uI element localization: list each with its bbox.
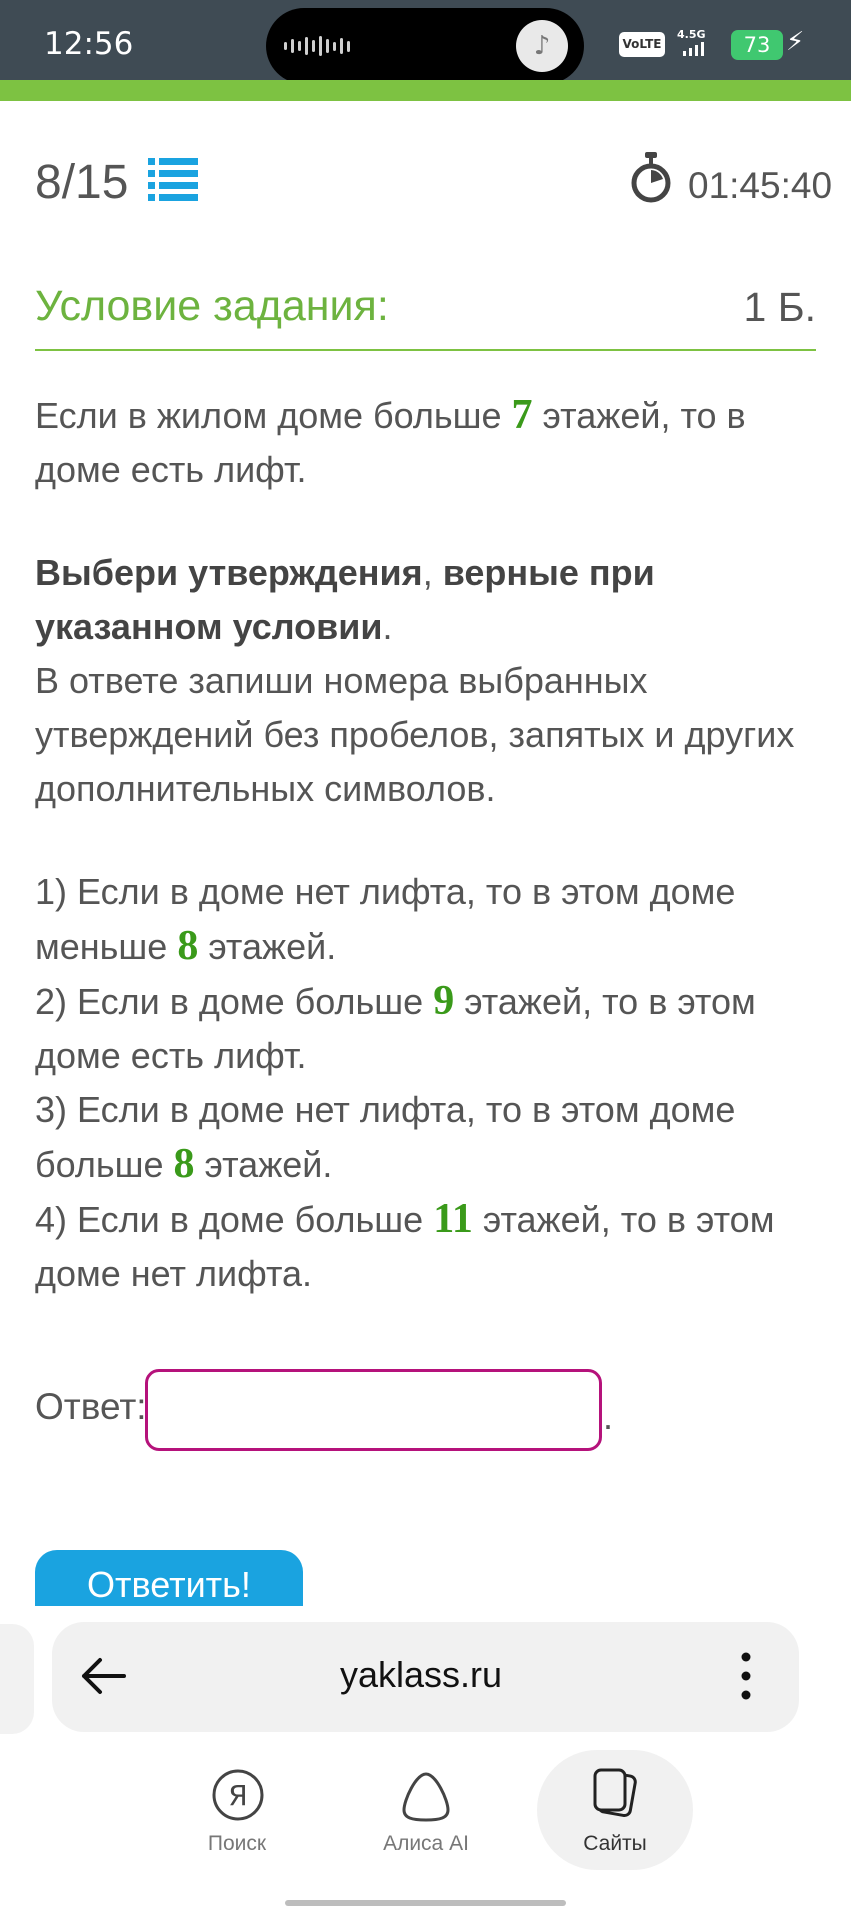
task-timer: 01:45:40: [688, 165, 833, 206]
submit-button[interactable]: Ответить!: [35, 1550, 303, 1606]
statement-item: 1) Если в доме нет лифта, то в этом доме…: [35, 865, 825, 974]
statement-number: 11: [433, 1196, 473, 1242]
yandex-search-icon: Я: [212, 1769, 264, 1821]
charging-icon: ⚡: [786, 27, 805, 57]
battery-level: 73: [731, 30, 783, 60]
music-note-icon[interactable]: ♪: [516, 20, 568, 72]
instruction-comma: ,: [422, 552, 443, 593]
condition-title: Условие задания:: [35, 282, 389, 330]
previous-tab-card[interactable]: [0, 1624, 34, 1734]
statement-item: 2) Если в доме больше 9 этажей, то в это…: [35, 974, 825, 1083]
more-menu-icon[interactable]: [741, 1652, 751, 1700]
tab-alice-label: Алиса AI: [383, 1832, 469, 1855]
statement-item: 4) Если в доме больше 11 этажей, то в эт…: [35, 1192, 825, 1301]
statement-number: 8: [177, 923, 199, 969]
alice-icon: [402, 1772, 450, 1822]
statement-number: 8: [173, 1141, 195, 1187]
instruction-text: В ответе запиши номера выбранных утвержд…: [35, 660, 795, 809]
statement-text: 3) Если в доме нет лифта, то в этом доме…: [35, 1089, 736, 1185]
statement-text-end: этажей.: [194, 1144, 333, 1185]
tab-sites-label: Сайты: [583, 1832, 647, 1855]
tab-search[interactable]: Я Поиск: [157, 1752, 317, 1868]
problem-intro: Если в жилом доме больше 7 этажей, то в …: [35, 388, 825, 497]
task-counter: 8/15: [35, 156, 129, 209]
signal-icon: [683, 42, 704, 56]
problem-instruction: Выбери утверждения, верные при указанном…: [35, 546, 825, 816]
statement-text: 4) Если в доме больше: [35, 1199, 434, 1240]
answer-label: Ответ:: [35, 1386, 147, 1427]
answer-input[interactable]: [145, 1369, 602, 1451]
status-bar: 12:56 ♪ VoLTE 4.5G 73 ⚡: [0, 0, 851, 84]
statement-item: 3) Если в доме нет лифта, то в этом доме…: [35, 1083, 825, 1192]
tab-sites[interactable]: Сайты: [535, 1752, 695, 1868]
stopwatch-icon: [631, 152, 671, 203]
intro-text: Если в жилом доме больше: [35, 395, 512, 436]
answer-dot: .: [603, 1396, 614, 1437]
svg-text:Я: Я: [228, 1779, 247, 1812]
statement-text-end: этажей.: [198, 926, 337, 967]
intro-number: 7: [511, 392, 533, 438]
url-text[interactable]: yaklass.ru: [340, 1654, 502, 1696]
instruction-dot: .: [382, 606, 393, 647]
sites-icon: [593, 1768, 637, 1818]
tab-alice[interactable]: Алиса AI: [346, 1752, 506, 1868]
site-top-bar: [0, 80, 851, 101]
title-divider: [35, 349, 816, 351]
dynamic-island[interactable]: ♪: [266, 8, 584, 84]
status-time: 12:56: [44, 26, 134, 62]
tab-search-label: Поиск: [207, 1832, 267, 1855]
statement-text: 1) Если в доме нет лифта, то в этом доме…: [35, 871, 736, 967]
task-list-icon[interactable]: [148, 156, 198, 202]
volte-badge: VoLTE: [619, 32, 665, 57]
home-indicator[interactable]: [285, 1900, 566, 1906]
statement-text: 2) Если в доме больше: [35, 981, 434, 1022]
network-type: 4.5G: [677, 28, 706, 41]
task-points: 1 Б.: [743, 284, 817, 330]
statement-list: 1) Если в доме нет лифта, то в этом доме…: [35, 865, 825, 1301]
audio-wave-icon: [284, 36, 350, 56]
back-arrow-icon[interactable]: [78, 1654, 128, 1698]
instruction-bold-1: Выбери утверждения: [35, 552, 423, 593]
statement-number: 9: [433, 978, 455, 1024]
